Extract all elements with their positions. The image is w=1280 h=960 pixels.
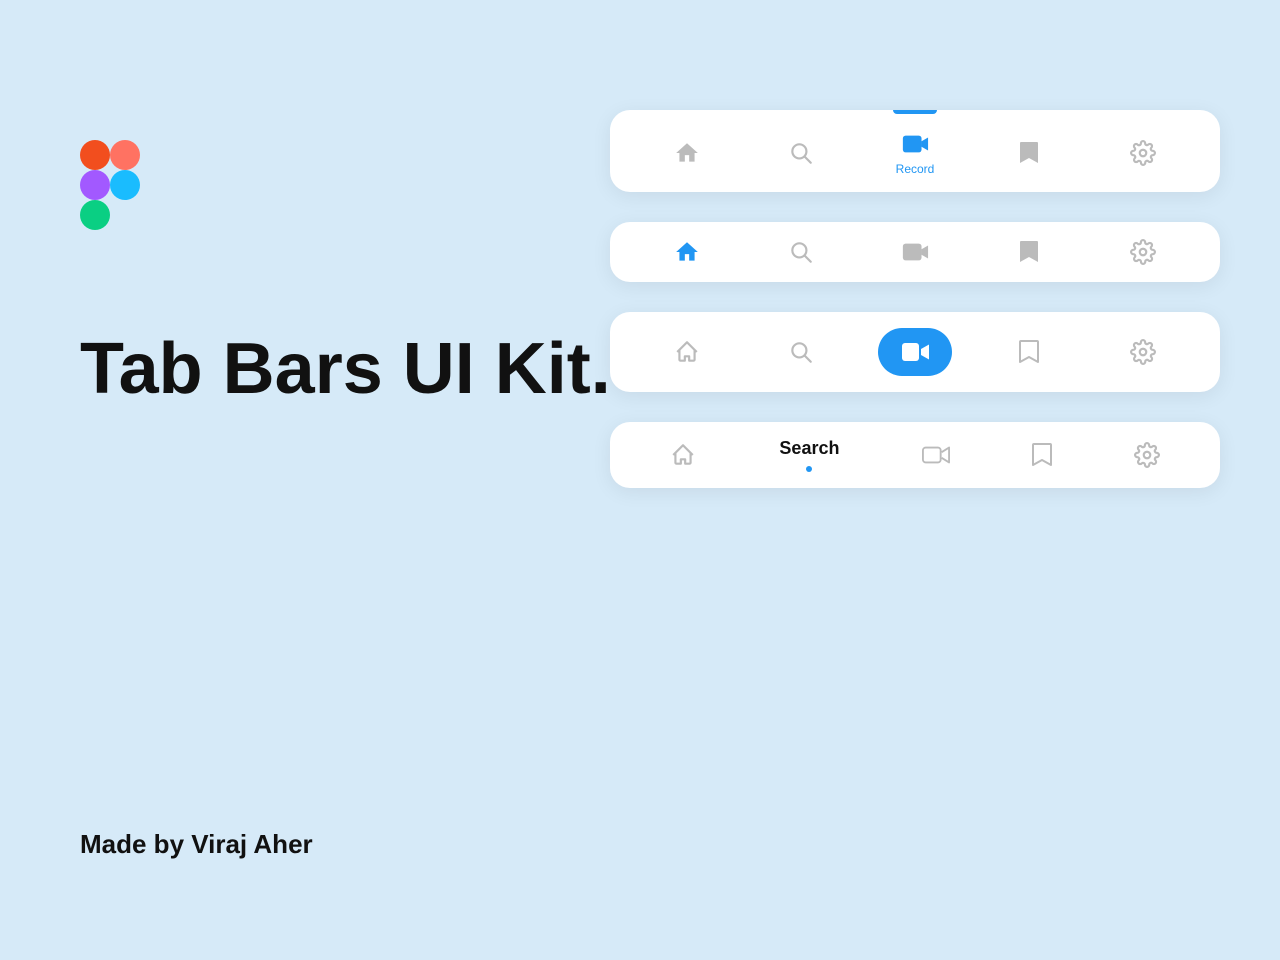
search-active-dot — [806, 466, 812, 472]
tab-item-search-3[interactable] — [744, 338, 858, 366]
tab-item-home-3[interactable] — [630, 338, 744, 366]
tab-item-search-4[interactable]: Search — [736, 438, 884, 472]
tab-bar-1: Record — [610, 110, 1220, 192]
home-icon-4 — [669, 441, 697, 469]
tab-bar-3 — [610, 312, 1220, 392]
tab-bar-2 — [610, 222, 1220, 282]
home-icon — [673, 139, 701, 167]
tab-item-bookmark-2[interactable] — [972, 238, 1086, 266]
tab-item-search-2[interactable] — [744, 238, 858, 266]
tab-item-settings-1[interactable] — [1086, 139, 1200, 167]
record-icon-2 — [901, 238, 929, 266]
tab-item-home-4[interactable] — [630, 441, 736, 469]
title-line1: Tab Bars UI Kit. — [80, 330, 611, 409]
tab-item-settings-3[interactable] — [1086, 338, 1200, 366]
settings-icon-4 — [1133, 441, 1161, 469]
tab-item-record-4[interactable] — [883, 441, 989, 469]
title-block: Tab Bars UI Kit. — [80, 330, 611, 409]
record-icon — [901, 130, 929, 158]
bookmark-icon-2 — [1015, 238, 1043, 266]
home-icon-3 — [673, 338, 701, 366]
bookmark-icon-3 — [1015, 338, 1043, 366]
made-by-text: Made by Viraj Aher — [80, 829, 313, 860]
record-icon-4 — [922, 441, 950, 469]
tab-bar-4: Search — [610, 422, 1220, 488]
bookmark-icon-4 — [1028, 441, 1056, 469]
tab-item-bookmark-1[interactable] — [972, 139, 1086, 167]
settings-icon-2 — [1129, 238, 1157, 266]
search-text-label: Search — [779, 438, 839, 459]
tab-item-home-1[interactable] — [630, 139, 744, 167]
settings-icon-3 — [1129, 338, 1157, 366]
tab-item-bookmark-4[interactable] — [989, 441, 1095, 469]
search-icon-3 — [787, 338, 815, 366]
record-active-pill — [878, 328, 952, 376]
tab-item-settings-2[interactable] — [1086, 238, 1200, 266]
tab-item-record-2[interactable] — [858, 238, 972, 266]
home-icon-2 — [673, 238, 701, 266]
tab-item-record-3[interactable] — [858, 328, 972, 376]
tab-item-record-1[interactable]: Record — [858, 130, 972, 176]
search-icon — [787, 139, 815, 167]
tab-item-search-1[interactable] — [744, 139, 858, 167]
bookmark-icon — [1015, 139, 1043, 167]
tab-item-home-2[interactable] — [630, 238, 744, 266]
search-icon-2 — [787, 238, 815, 266]
figma-logo — [80, 140, 140, 230]
tab-bars-container: Record — [610, 110, 1220, 488]
tab-item-bookmark-3[interactable] — [972, 338, 1086, 366]
active-top-line — [893, 110, 937, 114]
settings-icon — [1129, 139, 1157, 167]
record-label: Record — [896, 162, 935, 176]
tab-item-settings-4[interactable] — [1094, 441, 1200, 469]
